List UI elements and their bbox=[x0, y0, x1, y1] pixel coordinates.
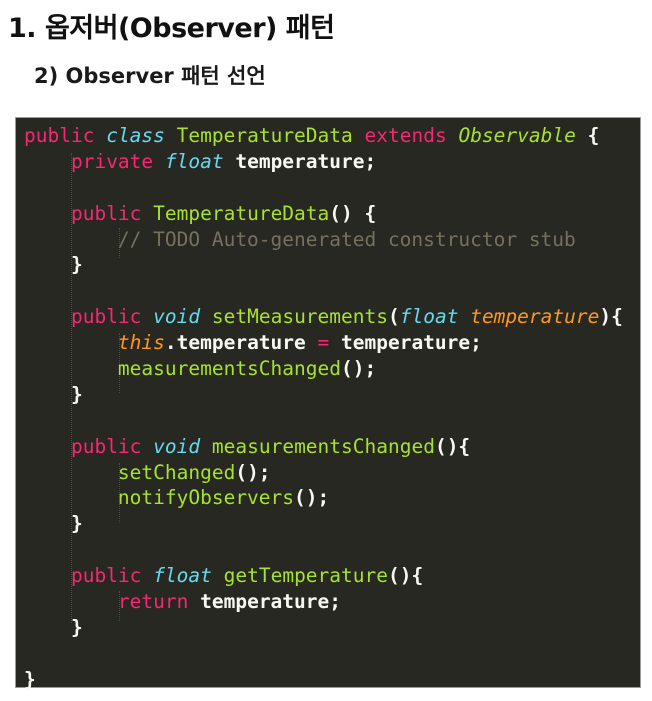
code-token: measurementsChanged bbox=[117, 357, 341, 381]
code-line: setChanged(); bbox=[24, 460, 623, 486]
code-token: temperature bbox=[470, 305, 600, 329]
code-line: } bbox=[24, 667, 623, 693]
code-token: (){ bbox=[388, 564, 424, 588]
code-token: // TODO Auto-generated constructor stub bbox=[117, 227, 576, 251]
code-token: TemperatureData bbox=[153, 201, 330, 225]
code-token: void bbox=[153, 305, 201, 329]
code-line: } bbox=[24, 511, 623, 537]
code-token: class bbox=[106, 124, 165, 147]
code-line: measurementsChanged(); bbox=[24, 356, 623, 382]
code-token: temperature; bbox=[329, 331, 482, 355]
code-token: setMeasurements bbox=[211, 305, 388, 329]
code-token: float bbox=[399, 305, 459, 329]
code-token: private bbox=[70, 149, 154, 173]
code-text: public class TemperatureData extends Obs… bbox=[24, 123, 623, 693]
code-token: (); bbox=[235, 460, 271, 484]
code-token: public bbox=[24, 124, 95, 147]
code-token: (); bbox=[294, 486, 330, 510]
code-token: { bbox=[575, 124, 600, 147]
section-subtitle: 2) Observer 패턴 선언 bbox=[34, 64, 266, 88]
code-token: temperature; bbox=[188, 590, 341, 614]
code-token: temperature; bbox=[223, 149, 377, 173]
code-line: } bbox=[24, 252, 623, 278]
code-token: measurementsChanged bbox=[211, 434, 435, 458]
code-token: (); bbox=[340, 357, 377, 381]
code-token: = bbox=[317, 331, 330, 355]
code-token: public bbox=[70, 434, 142, 458]
code-token: Observable bbox=[458, 124, 576, 147]
code-line: public class TemperatureData extends Obs… bbox=[24, 123, 623, 149]
code-token: TemperatureData bbox=[176, 124, 353, 147]
code-block: public class TemperatureData extends Obs… bbox=[15, 117, 641, 691]
code-token: public bbox=[70, 201, 142, 225]
code-token: this bbox=[117, 331, 165, 355]
code-token: getTemperature bbox=[223, 564, 388, 588]
code-line: public TemperatureData() { bbox=[24, 201, 623, 227]
code-line: public float getTemperature(){ bbox=[24, 563, 623, 589]
code-token: (){ bbox=[434, 434, 471, 458]
code-token: } bbox=[24, 512, 83, 536]
code-token: float bbox=[153, 564, 212, 588]
code-token: setChanged bbox=[117, 460, 236, 484]
code-token: } bbox=[24, 253, 83, 277]
code-token: ( bbox=[388, 305, 400, 329]
code-token: return bbox=[117, 590, 189, 614]
code-line: public void measurementsChanged(){ bbox=[24, 434, 623, 460]
code-token: .temperature bbox=[164, 331, 318, 355]
page-title: 1. 옵저버(Observer) 패턴 bbox=[8, 13, 335, 44]
code-token: } bbox=[24, 667, 36, 691]
code-line: // TODO Auto-generated constructor stub bbox=[24, 227, 623, 253]
code-token: public bbox=[70, 305, 142, 329]
code-token: public bbox=[70, 564, 142, 588]
code-line: notifyObservers(); bbox=[24, 485, 623, 511]
code-token: notifyObservers bbox=[117, 486, 295, 510]
code-line: public void setMeasurements(float temper… bbox=[24, 304, 623, 330]
code-token: extends bbox=[364, 124, 447, 147]
code-token: void bbox=[153, 434, 201, 458]
code-token: () { bbox=[329, 201, 377, 225]
code-line: return temperature; bbox=[24, 589, 623, 615]
code-line: } bbox=[24, 382, 623, 408]
code-token: } bbox=[24, 382, 83, 406]
code-token: float bbox=[164, 149, 224, 173]
code-token: } bbox=[24, 615, 83, 639]
code-line: this.temperature = temperature; bbox=[24, 330, 623, 356]
code-line: } bbox=[24, 615, 623, 641]
code-token: ){ bbox=[599, 305, 623, 329]
code-line: private float temperature; bbox=[24, 149, 623, 175]
